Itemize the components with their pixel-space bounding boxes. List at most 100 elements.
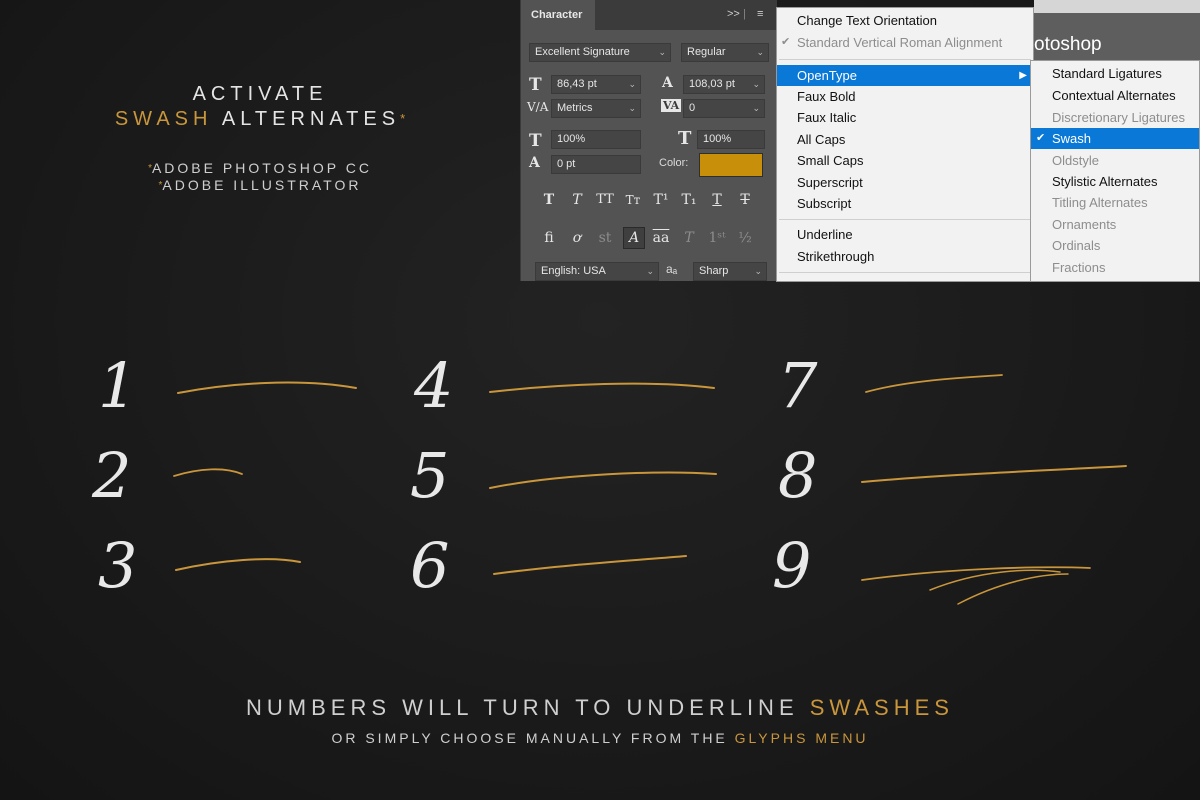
font-family-select[interactable]: Excellent Signature ⌄ — [529, 43, 671, 62]
submenu-item-ordinals[interactable]: Ordinals — [1031, 235, 1199, 256]
language-select[interactable]: English: USA ⌄ — [535, 262, 659, 281]
menu-item-faux-italic[interactable]: Faux Italic — [777, 107, 1033, 128]
submenu-item-standard-ligatures[interactable]: Standard Ligatures — [1031, 63, 1199, 84]
underline-icon[interactable]: T — [707, 190, 727, 210]
oldstyle-icon[interactable]: ơ — [567, 228, 587, 248]
chevron-down-icon: ⌄ — [628, 103, 636, 113]
horizontal-scale-field[interactable]: 100% — [697, 130, 765, 149]
discretionary-ligature-icon[interactable]: st — [595, 228, 615, 248]
menu-item-all-caps[interactable]: All Caps — [777, 129, 1033, 150]
submenu-item-swash[interactable]: ✔ Swash — [1031, 128, 1199, 149]
chevron-down-icon: ⌄ — [752, 103, 760, 113]
asterisk: * — [400, 111, 406, 126]
numeral-4: 4 — [414, 349, 454, 422]
chevron-down-icon: ⌄ — [658, 47, 666, 57]
menu-item-small-caps[interactable]: Small Caps — [777, 150, 1033, 171]
check-icon: ✔ — [781, 36, 791, 48]
chevron-down-icon: ⌄ — [646, 266, 654, 276]
titling-alternates-icon[interactable]: T — [679, 228, 699, 248]
strikethrough-icon[interactable]: T — [735, 190, 755, 210]
subscript-icon[interactable]: T₁ — [679, 190, 699, 210]
panel-menu-icon[interactable]: ≡ — [757, 8, 763, 20]
swash-9a — [861, 566, 1091, 581]
tab-character[interactable]: Character — [521, 0, 595, 30]
numeral-5: 5 — [410, 439, 450, 512]
chevron-down-icon: ⌄ — [628, 79, 636, 89]
headline-swash-word: SWASH — [114, 108, 213, 130]
antialias-select[interactable]: Sharp ⌄ — [693, 262, 767, 281]
faux-italic-icon[interactable]: T — [567, 190, 587, 210]
vertical-scale-field[interactable]: 100% — [551, 130, 641, 149]
submenu-arrow-icon: ▶ — [1019, 70, 1027, 81]
divider: | — [743, 8, 746, 20]
ordinals-icon[interactable]: 1ˢᵗ — [707, 228, 727, 248]
swash-2 — [173, 468, 243, 477]
color-label: Color: — [659, 157, 689, 169]
headline-line1: ACTIVATE — [192, 83, 328, 105]
vertical-scale-icon: T — [529, 131, 542, 151]
leading-icon: A — [662, 75, 673, 91]
submenu-item-fractions[interactable]: Fractions — [1031, 257, 1199, 278]
menu-item-standard-vertical-roman-alignment[interactable]: ✔ Standard Vertical Roman Alignment — [777, 32, 1033, 53]
menu-item-underline[interactable]: Underline — [777, 224, 1033, 245]
menu-item-strikethrough[interactable]: Strikethrough — [777, 246, 1033, 267]
opentype-submenu: Standard Ligatures Contextual Alternates… — [1030, 60, 1200, 282]
numeral-8: 8 — [778, 439, 818, 512]
antialias-icon: aₐ — [666, 262, 678, 276]
color-swatch[interactable] — [699, 153, 763, 177]
fractions-icon[interactable]: ½ — [735, 228, 755, 248]
app-photoshop: *ADOBE PHOTOSHOP CC — [148, 160, 372, 176]
numeral-9: 9 — [772, 529, 812, 602]
menu-item-superscript[interactable]: Superscript — [777, 172, 1033, 193]
numeral-3: 3 — [98, 529, 138, 602]
menu-item-change-text-orientation[interactable]: Change Text Orientation — [777, 10, 1033, 31]
submenu-item-stylistic-alternates[interactable]: Stylistic Alternates — [1031, 171, 1199, 192]
menu-separator — [779, 272, 1031, 273]
kerning-icon: V/A — [527, 100, 549, 114]
headline-alternates-word: ALTERNATES — [221, 108, 401, 130]
submenu-item-discretionary-ligatures[interactable]: Discretionary Ligatures — [1031, 107, 1199, 128]
character-panel: Character >> | ≡ Excellent Signature ⌄ Re… — [520, 0, 777, 281]
tracking-field[interactable]: 0 ⌄ — [683, 99, 765, 118]
photoshop-title-bar: otoshop — [1034, 0, 1200, 60]
faux-bold-icon[interactable]: T — [539, 190, 559, 210]
numeral-1: 1 — [98, 349, 138, 422]
submenu-item-titling-alternates[interactable]: Titling Alternates — [1031, 192, 1199, 213]
app-illustrator: *ADOBE ILLUSTRATOR — [158, 177, 362, 193]
kerning-field[interactable]: Metrics ⌄ — [551, 99, 641, 118]
menu-item-opentype[interactable]: OpenType ▶ — [777, 65, 1033, 86]
baseline-shift-field[interactable]: 0 pt — [551, 155, 641, 174]
numeral-6: 6 — [410, 529, 450, 602]
app-title: otoshop — [1034, 34, 1102, 55]
submenu-item-contextual-alternates[interactable]: Contextual Alternates — [1031, 85, 1199, 106]
menu-item-faux-bold[interactable]: Faux Bold — [777, 86, 1033, 107]
check-icon: ✔ — [1036, 132, 1046, 144]
small-caps-icon[interactable]: Tт — [623, 190, 643, 210]
horizontal-scale-icon: T — [678, 128, 692, 149]
swash-7 — [865, 374, 1003, 393]
stylistic-alternates-icon[interactable]: aa — [651, 228, 671, 248]
collapse-icon[interactable]: >> — [727, 8, 740, 20]
all-caps-icon[interactable]: TT — [595, 190, 615, 210]
font-size-field[interactable]: 86,43 pt ⌄ — [551, 75, 641, 94]
tracking-icon: VA — [661, 99, 682, 112]
superscript-icon[interactable]: T¹ — [651, 190, 671, 210]
supported-apps: *ADOBE PHOTOSHOP CC *ADOBE ILLUSTRATOR — [90, 160, 430, 194]
headline: ACTIVATE SWASH ALTERNATES* — [90, 82, 430, 132]
submenu-item-ornaments[interactable]: Ornaments — [1031, 214, 1199, 235]
menu-item-subscript[interactable]: Subscript — [777, 193, 1033, 214]
menu-separator — [779, 59, 1031, 60]
leading-field[interactable]: 108,03 pt ⌄ — [683, 75, 765, 94]
font-style-select[interactable]: Regular ⌄ — [681, 43, 769, 62]
footer-line1: NUMBERS WILL TURN TO UNDERLINE SWASHES — [246, 695, 954, 720]
panel-header: Character >> | ≡ — [521, 0, 777, 30]
panel-flyout-menu: Change Text Orientation ✔ Standard Vertic… — [776, 7, 1034, 282]
submenu-item-oldstyle[interactable]: Oldstyle — [1031, 150, 1199, 171]
footer-line2: OR SIMPLY CHOOSE MANUALLY FROM THE GLYPH… — [331, 730, 869, 746]
swash-icon[interactable]: A — [623, 227, 645, 249]
ligature-icon[interactable]: fi — [539, 228, 559, 248]
swash-4 — [489, 382, 715, 393]
chevron-down-icon: ⌄ — [756, 47, 764, 57]
chevron-down-icon: ⌄ — [754, 266, 762, 276]
swash-9b — [929, 569, 1061, 591]
